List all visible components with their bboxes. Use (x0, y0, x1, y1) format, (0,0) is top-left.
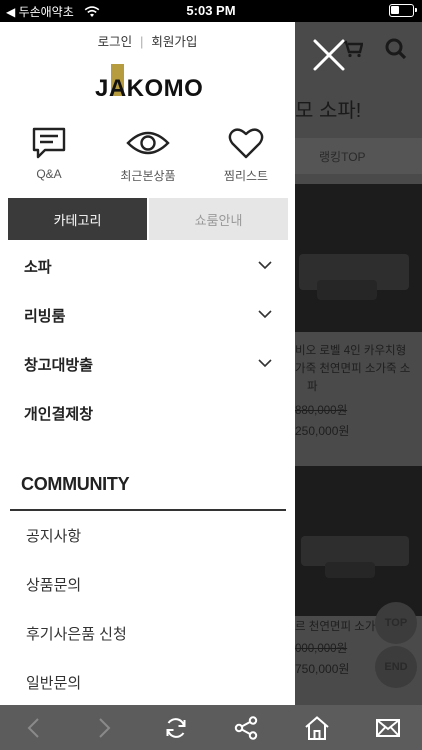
tab-category[interactable]: 카테고리 (8, 198, 147, 240)
logo-text: JAKOMO (95, 75, 204, 102)
category-label: 창고대방출 (24, 357, 94, 374)
product-price: 750,000원 (295, 662, 350, 676)
status-bar: ◀ 두손애약초 5:03 PM (0, 0, 422, 22)
community-item-review-gift[interactable]: 후기사은품 신청 (26, 623, 127, 644)
refresh-icon[interactable] (163, 715, 189, 741)
share-icon[interactable] (233, 715, 259, 741)
chevron-down-icon[interactable] (258, 309, 272, 319)
scroll-top-button[interactable]: TOP (375, 602, 417, 644)
community-heading: COMMUNITY (21, 474, 130, 494)
jakomo-logo[interactable]: JAKOMO (95, 64, 205, 102)
background-title: 모 소파! (295, 100, 362, 122)
quick-link-qna[interactable]: Q&A (4, 126, 94, 181)
product-image (295, 184, 422, 332)
quick-link-wishlist[interactable]: 찜리스트 (201, 126, 291, 184)
quick-link-label: Q&A (36, 167, 62, 181)
background-page: 모 소파! 랭킹TOP 비오 로벨 4인 카우치형 가죽 천연면피 소가죽 소 … (295, 22, 422, 705)
tab-showroom[interactable]: 쇼룸안내 (149, 198, 288, 240)
chevron-down-icon[interactable] (258, 358, 272, 368)
ranking-tab-label: 랭킹TOP (319, 150, 366, 164)
login-link[interactable]: 로그인 (98, 35, 133, 49)
product-old-price: 000,000원 (295, 643, 348, 655)
category-item-warehouse-sale[interactable]: 창고대방출 (0, 340, 295, 389)
back-arrow-icon[interactable] (22, 715, 48, 741)
home-icon[interactable] (304, 715, 330, 741)
quick-links: Q&A 최근본상품 찜리스트 (0, 126, 295, 186)
community-divider (10, 509, 286, 511)
category-label: 리빙룸 (24, 308, 66, 325)
clock: 5:03 PM (186, 3, 236, 18)
auth-separator: | (140, 35, 144, 49)
qna-chat-icon (32, 127, 66, 159)
quick-link-label: 최근본상품 (120, 169, 176, 183)
category-label: 소파 (24, 259, 52, 276)
product-image (295, 466, 422, 616)
product-name-line3: 파 (307, 381, 318, 393)
product-name-line2: 가죽 천연면피 소가죽 소 (295, 363, 411, 375)
close-menu-button[interactable] (312, 38, 346, 72)
community-item-notice[interactable]: 공지사항 (26, 525, 81, 546)
browser-toolbar (0, 705, 422, 750)
community-item-general-inquiry[interactable]: 일반문의 (26, 672, 81, 693)
product-price: 250,000원 (295, 424, 350, 438)
search-icon (385, 38, 407, 60)
product-name: 르 천연면피 소가죽 (295, 621, 387, 633)
battery-icon (389, 4, 417, 17)
product-old-price: 880,000원 (295, 405, 348, 417)
heart-icon (228, 128, 264, 159)
drawer-tabs: 카테고리 쇼룸안내 (8, 198, 288, 240)
eye-icon (126, 131, 170, 155)
category-label: 개인결제창 (24, 406, 94, 423)
chevron-down-icon[interactable] (258, 260, 272, 270)
category-item-sofa[interactable]: 소파 (0, 242, 295, 291)
category-item-living-room[interactable]: 리빙룸 (0, 291, 295, 340)
auth-links: 로그인 | 회원가입 (0, 31, 295, 50)
side-menu-drawer: 로그인 | 회원가입 JAKOMO Q&A 최근본상품 찜리스트 카테고리 쇼룸… (0, 22, 295, 705)
product-name: 비오 로벨 4인 카우치형 (295, 345, 407, 357)
category-item-personal-payment[interactable]: 개인결제창 (0, 389, 295, 438)
community-item-product-inquiry[interactable]: 상품문의 (26, 574, 81, 595)
mail-icon[interactable] (375, 715, 401, 741)
cart-icon (343, 40, 363, 58)
quick-link-recent[interactable]: 최근본상품 (103, 126, 193, 184)
quick-link-label: 찜리스트 (223, 169, 269, 183)
signup-link[interactable]: 회원가입 (151, 35, 197, 49)
forward-arrow-icon[interactable] (90, 715, 116, 741)
scroll-end-button[interactable]: END (375, 646, 417, 688)
background-tabbar: 랭킹TOP (295, 138, 422, 174)
